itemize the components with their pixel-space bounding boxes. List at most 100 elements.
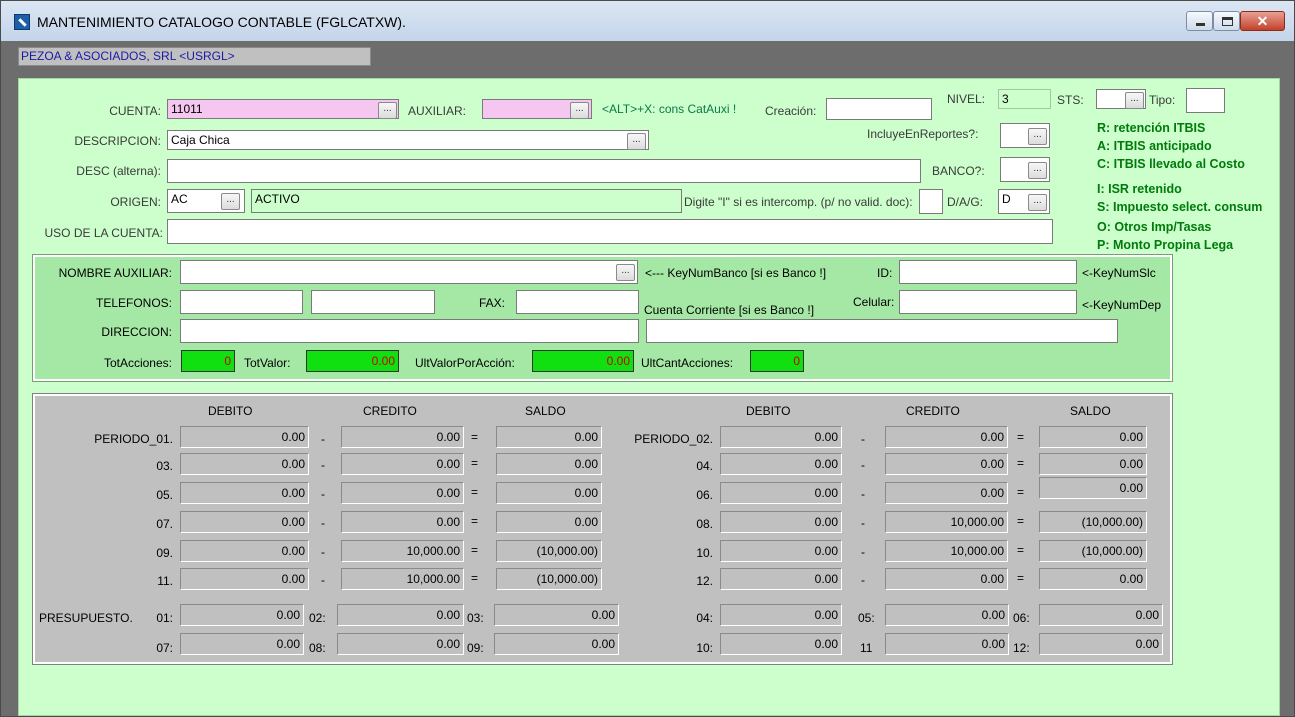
maximize-button[interactable] bbox=[1213, 11, 1240, 31]
budget-label: 01: bbox=[156, 611, 173, 625]
period-debito: 0.00 bbox=[180, 426, 309, 448]
direccion-1-input[interactable] bbox=[180, 319, 639, 343]
descripcion-lookup-button[interactable]: ... bbox=[627, 133, 646, 150]
direccion-2-input[interactable] bbox=[646, 319, 1118, 343]
descripcion-input[interactable]: Caja Chica bbox=[167, 130, 649, 150]
ult-cant-label: UltCantAcciones: bbox=[641, 356, 734, 370]
budget-value: 0.00 bbox=[180, 604, 304, 626]
budget-label: 02: bbox=[309, 611, 326, 625]
equals-sign: = bbox=[1017, 456, 1025, 470]
period-credito: 0.00 bbox=[885, 426, 1008, 448]
budget-value: 0.00 bbox=[1039, 604, 1163, 626]
legend-s: S: Impuesto select. consum bbox=[1097, 200, 1263, 214]
minus-sign: - bbox=[321, 432, 325, 446]
cuenta-corriente-label: Cuenta Corriente [si es Banco !] bbox=[644, 303, 815, 317]
celular-label: Celular: bbox=[853, 295, 895, 309]
origen-label: ORIGEN: bbox=[110, 195, 161, 209]
minus-sign: - bbox=[321, 487, 325, 501]
nombre-auxiliar-input[interactable] bbox=[180, 260, 638, 284]
uso-cuenta-label: USO DE LA CUENTA: bbox=[44, 226, 163, 240]
fax-label: FAX: bbox=[479, 296, 506, 310]
keynum-slc-label: <-KeyNumSlc bbox=[1082, 266, 1156, 280]
origen-lookup-button[interactable]: ... bbox=[221, 193, 240, 210]
nivel-value: 3 bbox=[998, 89, 1051, 109]
minus-sign: - bbox=[321, 545, 325, 559]
period-label: 08. bbox=[696, 517, 713, 531]
celular-input[interactable] bbox=[899, 290, 1077, 314]
auxiliar-lookup-button[interactable]: ... bbox=[570, 102, 589, 119]
period-debito: 0.00 bbox=[720, 426, 842, 448]
minus-sign: - bbox=[861, 516, 865, 530]
dag-lookup-button[interactable]: ... bbox=[1028, 194, 1047, 211]
app-window: MANTENIMIENTO CATALOGO CONTABLE (FGLCATX… bbox=[0, 0, 1295, 717]
banco-label: BANCO?: bbox=[932, 164, 985, 178]
ult-cant-value: 0 bbox=[750, 350, 804, 372]
intercomp-input[interactable] bbox=[919, 189, 943, 214]
period-label: 09. bbox=[156, 546, 173, 560]
telefono-1-input[interactable] bbox=[180, 290, 303, 314]
id-label: ID: bbox=[877, 266, 893, 280]
period-debito: 0.00 bbox=[720, 453, 842, 475]
descripcion-label: DESCRIPCION: bbox=[74, 134, 161, 148]
cuenta-label: CUENTA: bbox=[109, 104, 161, 118]
budget-label: 09: bbox=[467, 641, 484, 655]
period-debito: 0.00 bbox=[720, 540, 842, 562]
period-label: 07. bbox=[156, 517, 173, 531]
fax-input[interactable] bbox=[516, 290, 639, 314]
close-icon: ✕ bbox=[1256, 13, 1269, 29]
period-label: 06. bbox=[696, 488, 713, 502]
equals-sign: = bbox=[471, 543, 479, 557]
header-debito-right: DEBITO bbox=[746, 404, 791, 418]
budget-label: 07: bbox=[156, 641, 173, 655]
cuenta-lookup-button[interactable]: ... bbox=[378, 102, 397, 119]
banco-lookup-button[interactable]: ... bbox=[1028, 162, 1047, 179]
period-saldo: (10,000.00) bbox=[496, 540, 602, 562]
company-label: PEZOA & ASOCIADOS, SRL <USRGL> bbox=[18, 47, 371, 66]
minus-sign: - bbox=[861, 458, 865, 472]
sts-lookup-button[interactable]: ... bbox=[1125, 92, 1144, 109]
id-input[interactable] bbox=[899, 260, 1077, 284]
minus-sign: - bbox=[861, 487, 865, 501]
window-title: MANTENIMIENTO CATALOGO CONTABLE (FGLCATX… bbox=[37, 14, 406, 30]
period-saldo: 0.00 bbox=[1039, 426, 1147, 448]
creacion-input[interactable] bbox=[826, 98, 932, 120]
desc-alterna-input[interactable] bbox=[167, 159, 921, 183]
budget-value: 0.00 bbox=[337, 604, 464, 626]
maximize-icon bbox=[1222, 17, 1233, 26]
tipo-label: Tipo: bbox=[1149, 93, 1176, 107]
period-credito: 0.00 bbox=[341, 511, 464, 533]
period-credito: 0.00 bbox=[341, 453, 464, 475]
period-label: 03. bbox=[156, 459, 173, 473]
tot-acciones-label: TotAcciones: bbox=[103, 356, 172, 370]
period-label: PERIODO_02. bbox=[634, 432, 713, 446]
header-saldo-left: SALDO bbox=[525, 404, 566, 418]
legend-r: R: retención ITBIS bbox=[1097, 121, 1206, 135]
period-saldo: 0.00 bbox=[496, 482, 602, 504]
dag-label: D/A/G: bbox=[947, 195, 984, 209]
nombre-auxiliar-lookup-button[interactable]: ... bbox=[616, 264, 635, 281]
minus-sign: - bbox=[861, 545, 865, 559]
close-button[interactable]: ✕ bbox=[1240, 11, 1285, 31]
incluye-lookup-button[interactable]: ... bbox=[1028, 128, 1047, 145]
equals-sign: = bbox=[1017, 571, 1025, 585]
period-credito: 0.00 bbox=[341, 426, 464, 448]
period-debito: 0.00 bbox=[720, 568, 842, 590]
budget-label: 03: bbox=[467, 611, 484, 625]
auxiliar-label: AUXILIAR: bbox=[408, 104, 467, 118]
period-credito: 0.00 bbox=[885, 453, 1008, 475]
cuenta-input[interactable]: 11011 bbox=[167, 99, 399, 119]
equals-sign: = bbox=[1017, 543, 1025, 557]
uso-cuenta-input[interactable] bbox=[167, 219, 1053, 244]
budget-value: 0.00 bbox=[1039, 633, 1163, 655]
sts-label: STS: bbox=[1057, 93, 1084, 107]
period-label: PERIODO_01. bbox=[94, 432, 173, 446]
minimize-button[interactable] bbox=[1186, 11, 1213, 31]
minimize-icon bbox=[1196, 23, 1205, 26]
equals-sign: = bbox=[1017, 430, 1025, 444]
keynum-banco-label: <--- KeyNumBanco [si es Banco !] bbox=[645, 266, 827, 280]
tipo-input[interactable] bbox=[1186, 88, 1225, 113]
period-saldo: (10,000.00) bbox=[496, 568, 602, 590]
telefono-2-input[interactable] bbox=[311, 290, 435, 314]
desc-alterna-label: DESC (alterna): bbox=[76, 164, 161, 178]
minus-sign: - bbox=[861, 432, 865, 446]
